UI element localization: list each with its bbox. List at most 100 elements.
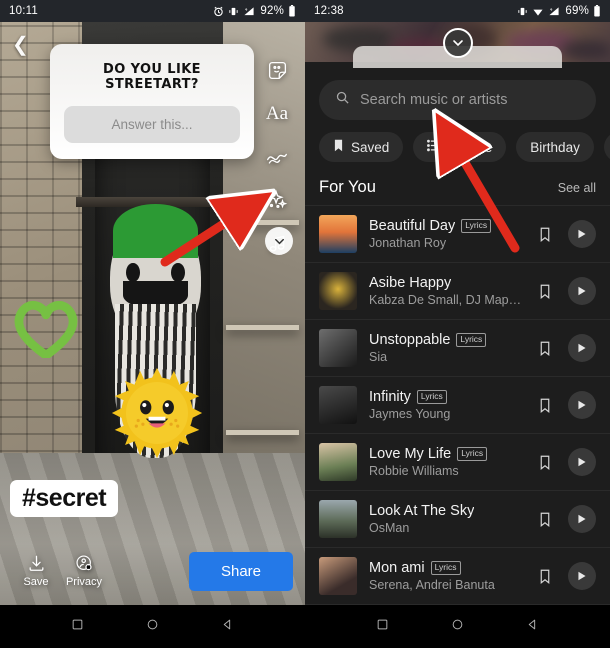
left-phone-panel: 10:11 92% ❮ Aa DO YOU LIKE STREETART? An…	[0, 0, 305, 648]
bookmark-icon[interactable]	[534, 227, 556, 242]
right-navigation-bar	[305, 605, 610, 648]
table-row[interactable]: Look At The Sky OsMan	[305, 490, 610, 547]
album-art	[319, 272, 357, 310]
music-filter-chips: Saved Browse Birthday Date Nig	[305, 120, 610, 172]
question-sticker-answer-field[interactable]: Answer this...	[64, 106, 240, 143]
green-heart-sticker[interactable]	[12, 296, 80, 360]
recents-square-icon[interactable]	[71, 618, 84, 636]
song-title: Asibe Happy	[369, 275, 452, 291]
song-artist: Serena, Andrei Banuta	[369, 578, 495, 592]
see-all-link[interactable]: See all	[558, 181, 596, 195]
song-artist: Jonathan Roy	[369, 236, 447, 250]
right-battery-percent: 69%	[565, 5, 589, 17]
save-button[interactable]: Save	[12, 554, 60, 588]
bookmark-icon	[333, 139, 344, 155]
section-title: For You	[319, 178, 376, 196]
sparkle-icon[interactable]	[266, 189, 288, 211]
save-label: Save	[23, 576, 49, 588]
battery-icon	[593, 5, 601, 17]
chip-browse[interactable]: Browse	[413, 132, 507, 162]
story-tools-rail: Aa	[255, 60, 299, 254]
chevron-down-icon	[452, 40, 463, 47]
album-art	[319, 386, 357, 424]
back-triangle-icon[interactable]	[526, 618, 539, 636]
play-icon[interactable]	[568, 334, 596, 362]
chip-saved[interactable]: Saved	[319, 132, 404, 162]
story-collapse-button[interactable]	[265, 227, 293, 255]
song-list: Beautiful Day Lyrics Jonathan Roy Asibe …	[305, 205, 610, 648]
chip-birthday[interactable]: Birthday	[516, 132, 594, 162]
vibrate-icon	[517, 6, 528, 17]
scribble-icon[interactable]	[266, 147, 288, 167]
text-aa-icon[interactable]: Aa	[266, 103, 288, 125]
home-circle-icon[interactable]	[146, 618, 159, 636]
back-chevron-icon[interactable]: ❮	[12, 35, 29, 55]
bookmark-icon[interactable]	[534, 512, 556, 527]
play-icon[interactable]	[568, 277, 596, 305]
song-title: Unstoppable	[369, 332, 451, 348]
song-title: Look At The Sky	[369, 503, 475, 519]
album-art	[319, 443, 357, 481]
question-sticker[interactable]: DO YOU LIKE STREETART? Answer this...	[50, 44, 254, 159]
search-input[interactable]: Search music or artists	[319, 80, 596, 120]
play-icon[interactable]	[568, 505, 596, 533]
story-bottom-bar: Save Privacy Share	[0, 545, 305, 597]
song-artist: OsMan	[369, 521, 410, 535]
for-you-section-header: For You See all	[305, 172, 610, 205]
lyrics-badge: Lyrics	[430, 561, 461, 575]
song-artist: Jaymes Young	[369, 407, 451, 421]
left-status-bar: 10:11 92%	[0, 0, 305, 22]
table-row[interactable]: Mon ami Lyrics Serena, Andrei Banuta	[305, 547, 610, 604]
back-triangle-icon[interactable]	[221, 618, 234, 636]
table-row[interactable]: Asibe Happy Kabza De Small, DJ Maphoris.…	[305, 262, 610, 319]
song-artist: Robbie Williams	[369, 464, 459, 478]
table-row[interactable]: Infinity Lyrics Jaymes Young	[305, 376, 610, 433]
music-search-area: Search music or artists	[305, 62, 610, 120]
left-battery-percent: 92%	[260, 5, 284, 17]
vibrate-icon	[228, 6, 239, 17]
music-sheet-collapse-button[interactable]	[442, 28, 473, 58]
play-icon[interactable]	[568, 562, 596, 590]
recents-square-icon[interactable]	[376, 618, 389, 636]
question-sticker-title: DO YOU LIKE STREETART?	[103, 62, 201, 92]
chip-birthday-label: Birthday	[530, 139, 580, 155]
table-row[interactable]: Love My Life Lyrics Robbie Williams	[305, 433, 610, 490]
song-artist: Kabza De Small, DJ Maphoris...	[369, 293, 522, 307]
alarm-icon	[213, 6, 224, 17]
table-row[interactable]: Unstoppable Lyrics Sia	[305, 319, 610, 376]
list-icon	[427, 139, 441, 155]
play-icon[interactable]	[568, 391, 596, 419]
play-icon[interactable]	[568, 448, 596, 476]
download-icon	[29, 555, 43, 571]
table-row[interactable]: Beautiful Day Lyrics Jonathan Roy	[305, 205, 610, 262]
bookmark-icon[interactable]	[534, 455, 556, 470]
sun-emoji-sticker[interactable]	[110, 366, 204, 460]
search-icon	[335, 90, 350, 110]
bookmark-icon[interactable]	[534, 284, 556, 299]
privacy-button[interactable]: Privacy	[60, 554, 108, 588]
share-button[interactable]: Share	[188, 551, 293, 591]
chip-date-night[interactable]: Date Nig	[603, 132, 610, 162]
album-art	[319, 329, 357, 367]
bookmark-icon[interactable]	[534, 341, 556, 356]
bookmark-icon[interactable]	[534, 398, 556, 413]
home-circle-icon[interactable]	[451, 618, 464, 636]
left-navigation-bar	[0, 605, 305, 648]
album-art	[319, 500, 357, 538]
right-status-bar: 12:38 69%	[305, 0, 610, 22]
song-title: Mon ami	[369, 560, 425, 576]
right-status-time: 12:38	[314, 5, 344, 17]
graffiti-face	[109, 204, 202, 459]
screenshot-root: 10:11 92% ❮ Aa DO YOU LIKE STREETART? An…	[0, 0, 610, 648]
lyrics-badge: Lyrics	[457, 447, 488, 461]
signal-icon	[548, 6, 560, 17]
battery-icon	[288, 5, 296, 17]
privacy-gear-icon	[75, 555, 92, 571]
story-editor-canvas[interactable]: ❮ Aa DO YOU LIKE STREETART? Answer this.…	[0, 22, 305, 605]
sticker-icon[interactable]	[267, 60, 288, 81]
play-icon[interactable]	[568, 220, 596, 248]
signal-icon	[243, 6, 255, 17]
bookmark-icon[interactable]	[534, 569, 556, 584]
hashtag-sticker[interactable]: #secret	[10, 480, 119, 517]
music-sheet-header-image	[305, 22, 610, 68]
